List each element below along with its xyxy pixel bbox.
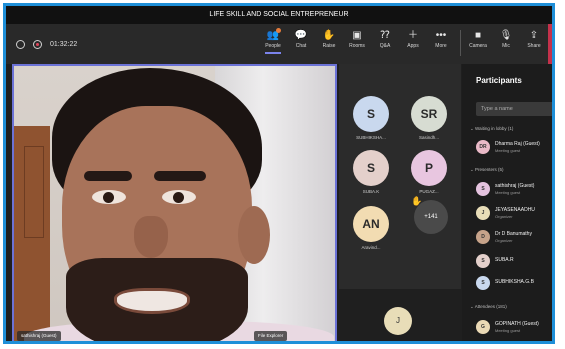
attendees-section-header[interactable]: ⌄ Attendees (181): [470, 304, 507, 310]
gallery-tile[interactable]: SR Sasindh...: [401, 96, 457, 140]
avatar: S: [476, 182, 490, 196]
participant-name: SUBA.R: [495, 257, 514, 263]
presenters-section-header[interactable]: ⌄ Presenters (5): [470, 167, 504, 173]
camera-icon: ■: [474, 30, 482, 41]
speaker-eye: [92, 190, 126, 204]
shield-icon: [16, 39, 25, 49]
avatar: SR: [411, 96, 447, 132]
speaker-ear: [238, 206, 270, 264]
gallery-tile[interactable]: S SUBA.K: [343, 150, 399, 194]
avatar: S: [476, 276, 490, 290]
apps-button[interactable]: ＋ Apps: [399, 29, 427, 49]
apps-icon: ＋: [408, 30, 418, 41]
share-icon: ⇪: [529, 30, 539, 41]
avatar: J: [384, 307, 412, 335]
speaker-brow: [154, 171, 206, 181]
avatar: S: [476, 254, 490, 268]
door-background: [14, 126, 50, 341]
list-item[interactable]: S SUBHIKSHA.G.B: [476, 274, 552, 292]
participant-name: Dr D Banumathy: [495, 231, 532, 237]
app-window: LIFE SKILL AND SOCIAL ENTREPRENEUR 01:32…: [3, 3, 555, 344]
camera-button[interactable]: ■ Camera: [464, 29, 492, 49]
chat-button[interactable]: 💬 Chat: [287, 29, 315, 49]
lobby-section-header[interactable]: ⌄ Waiting in lobby (1): [470, 126, 513, 132]
raised-hand-icon: ✋: [411, 196, 423, 206]
participant-role: Meeting guest: [495, 148, 521, 153]
avatar: S: [353, 96, 389, 132]
tile-label: PUGAZ...: [419, 189, 439, 194]
more-button[interactable]: ••• More: [427, 29, 455, 49]
participant-name: SUBHIKSHA.G.B: [495, 279, 534, 285]
avatar: S: [353, 150, 389, 186]
participant-role: Meeting guest: [495, 328, 521, 333]
list-item[interactable]: S sathishraj (Guest) Meeting guest: [476, 180, 552, 198]
tile-label: Aravind...: [361, 245, 381, 250]
chat-icon: 💬: [294, 30, 308, 41]
shared-tile[interactable]: J: [339, 289, 461, 341]
tile-label: Sasindh...: [418, 135, 439, 140]
leave-button[interactable]: [548, 24, 552, 64]
tile-label: SUBA.K: [362, 189, 380, 194]
tile-label: SUBHIKSHA...: [356, 135, 386, 140]
participant-name: JEYASENAADHU: [495, 207, 535, 213]
video-name-tag: sathishraj (Guest): [17, 331, 61, 341]
participant-name: sathishraj (Guest): [495, 183, 535, 189]
meeting-status: 01:32:22: [16, 24, 77, 64]
main-video[interactable]: sathishraj (Guest) File Explorer: [12, 64, 337, 341]
mic-button[interactable]: 🎙 Mic: [492, 29, 520, 49]
participant-gallery: S SUBHIKSHA... SR Sasindh... S SUBA.K P …: [339, 64, 461, 341]
speaker-nose: [134, 216, 168, 258]
people-icon: 👥: [266, 30, 280, 41]
toolbar-divider: [460, 30, 461, 56]
people-button[interactable]: 👥 People: [259, 28, 287, 54]
list-item[interactable]: G GOPINATH (Guest) Meeting guest: [476, 318, 552, 336]
list-item[interactable]: S SUBA.R: [476, 252, 552, 270]
raise-hand-icon: ✋: [322, 30, 336, 41]
notification-badge: [276, 28, 281, 33]
video-bottom-tag: File Explorer: [254, 331, 288, 341]
gallery-tile[interactable]: S SUBHIKSHA...: [343, 96, 399, 140]
share-button[interactable]: ⇪ Share: [520, 29, 548, 49]
avatar: J: [476, 206, 490, 220]
list-item[interactable]: D Dr D Banumathy Organizer: [476, 228, 552, 246]
qa-icon: ⁇: [380, 30, 390, 41]
list-item[interactable]: DR Dharma Raj (Guest) Meeting guest: [476, 138, 552, 156]
avatar: P: [411, 150, 447, 186]
avatar: G: [476, 320, 490, 334]
meeting-timer: 01:32:22: [50, 40, 78, 48]
recording-icon: [33, 39, 42, 49]
speaker-brow: [84, 171, 132, 181]
list-item[interactable]: J JEYASENAADHU Organizer: [476, 204, 552, 222]
panel-title: Participants: [476, 76, 522, 85]
participants-panel: Participants Type a name ⌄ Waiting in lo…: [462, 64, 552, 341]
overflow-tile[interactable]: ✋ +141: [403, 196, 459, 234]
qa-button[interactable]: ⁇ Q&A: [371, 29, 399, 49]
raise-hand-button[interactable]: ✋ Raise: [315, 29, 343, 49]
avatar: DR: [476, 140, 490, 154]
participant-role: Organizer: [495, 214, 513, 219]
participant-name: Dharma Raj (Guest): [495, 141, 540, 147]
participant-name: GOPINATH (Guest): [495, 321, 539, 327]
rooms-icon: ▣: [352, 30, 362, 41]
gallery-tile[interactable]: AN Aravind...: [343, 206, 399, 250]
gallery-tile[interactable]: P PUGAZ...: [401, 150, 457, 194]
meeting-toolbar: 01:32:22 👥 People 💬 Chat ✋ Raise ▣ Rooms…: [6, 24, 552, 64]
participant-role: Organizer: [495, 238, 513, 243]
speaker-eye: [162, 190, 196, 204]
rooms-button[interactable]: ▣ Rooms: [343, 29, 371, 49]
avatar: D: [476, 230, 490, 244]
mic-icon: 🎙: [499, 30, 513, 41]
window-title: LIFE SKILL AND SOCIAL ENTREPRENEUR: [6, 6, 552, 24]
speaker-mouth: [114, 288, 190, 314]
participant-role: Meeting guest: [495, 190, 521, 195]
avatar: AN: [353, 206, 389, 242]
search-input[interactable]: Type a name: [476, 102, 552, 116]
more-icon: •••: [435, 30, 447, 41]
